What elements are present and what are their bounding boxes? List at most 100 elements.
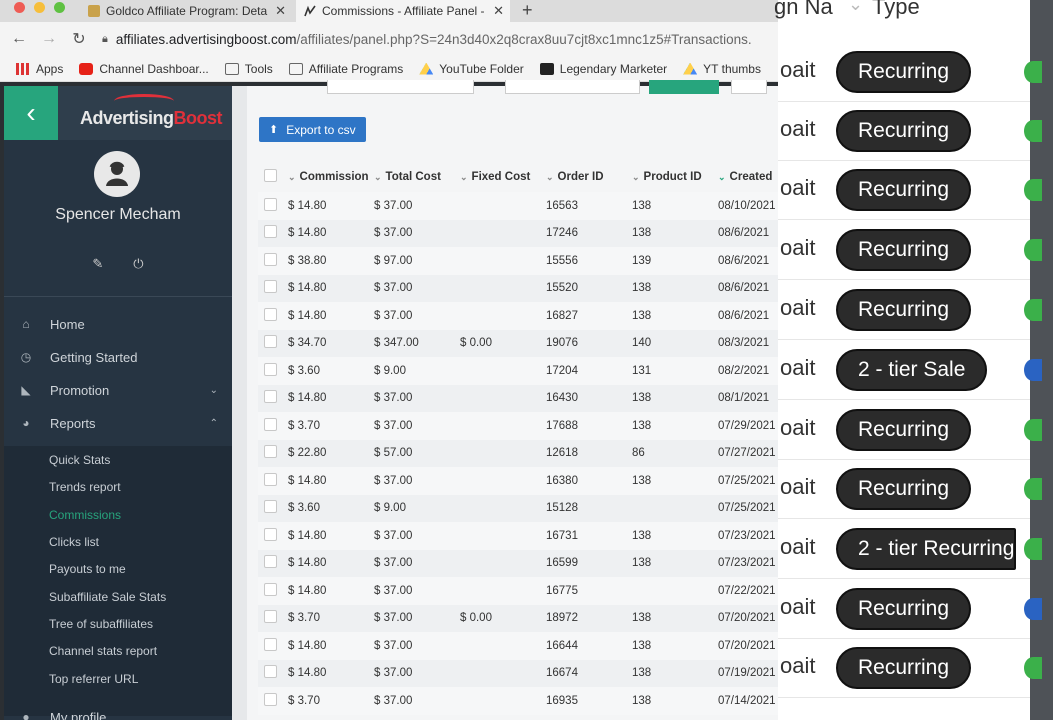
cell-product-id: 138 bbox=[632, 467, 718, 495]
table-row[interactable]: $ 3.70 $ 37.00 17688 138 07/29/2021 bbox=[258, 412, 778, 440]
table-row[interactable]: $ 3.70 $ 37.00 16935 138 07/14/2021 bbox=[258, 687, 778, 715]
filter-input[interactable] bbox=[505, 80, 640, 94]
column-header-commission[interactable]: ⌄ Commission bbox=[288, 162, 374, 192]
column-header-order-id[interactable]: ⌄ Order ID bbox=[546, 162, 632, 192]
row-checkbox[interactable] bbox=[264, 527, 277, 541]
sidebar-item-home[interactable]: ⌂ Home bbox=[4, 309, 232, 339]
column-header-total-cost[interactable]: ⌄ Total Cost bbox=[374, 162, 460, 192]
edit-pencil-icon[interactable]: ✎ bbox=[92, 256, 103, 272]
submenu-subaffiliate-sale-stats[interactable]: Subaffiliate Sale Stats bbox=[49, 590, 166, 604]
submenu-commissions[interactable]: Commissions bbox=[49, 508, 121, 522]
row-checkbox[interactable] bbox=[264, 252, 277, 266]
row-checkbox[interactable] bbox=[264, 307, 277, 321]
table-row[interactable]: $ 14.80 $ 37.00 16430 138 08/1/2021 bbox=[258, 384, 778, 412]
bookmark-affiliate-programs[interactable]: Affiliate Programs bbox=[288, 62, 403, 76]
row-checkbox[interactable] bbox=[264, 692, 277, 706]
table-row[interactable]: $ 14.80 $ 37.00 16380 138 07/25/2021 bbox=[258, 467, 778, 495]
row-checkbox[interactable] bbox=[264, 665, 277, 679]
filter-options-button[interactable] bbox=[731, 80, 767, 94]
table-row[interactable]: $ 3.60 $ 9.00 17204 131 08/2/2021 bbox=[258, 357, 778, 385]
pie-chart-icon: ◕ bbox=[22, 416, 30, 430]
reload-icon[interactable]: ↻ bbox=[68, 29, 90, 49]
sidebar-item-my-profile[interactable]: ● My profile bbox=[4, 702, 232, 720]
cell-product-id: 138 bbox=[632, 302, 718, 330]
sidebar-item-reports[interactable]: ◕ Reports ⌃ bbox=[4, 408, 232, 438]
avatar[interactable] bbox=[94, 151, 140, 197]
submenu-quick-stats[interactable]: Quick Stats bbox=[49, 453, 110, 467]
table-row[interactable]: $ 14.80 $ 37.00 16775 07/22/2021 bbox=[258, 577, 778, 605]
row-checkbox[interactable] bbox=[264, 637, 277, 651]
row-checkbox[interactable] bbox=[264, 445, 277, 459]
cell-order-id: 12618 bbox=[546, 439, 632, 467]
submenu-channel-stats[interactable]: Channel stats report bbox=[49, 644, 157, 658]
power-icon[interactable]: ⏻ bbox=[133, 256, 143, 272]
row-checkbox[interactable] bbox=[264, 417, 277, 431]
collapse-sidebar-button[interactable]: ‹ bbox=[4, 86, 58, 140]
cell-total-cost: $ 37.00 bbox=[374, 192, 460, 220]
submenu-tree-of-subaffiliates[interactable]: Tree of subaffiliates bbox=[49, 617, 153, 631]
row-checkbox[interactable] bbox=[264, 390, 277, 404]
bookmark-channel-dashboard[interactable]: Channel Dashboar... bbox=[79, 62, 209, 76]
row-checkbox[interactable] bbox=[264, 197, 277, 211]
select-all-checkbox[interactable] bbox=[264, 169, 277, 182]
table-row[interactable]: $ 14.80 $ 37.00 16731 138 07/23/2021 bbox=[258, 522, 778, 550]
tab-goldco[interactable]: Goldco Affiliate Program: Deta ✕ bbox=[84, 0, 292, 22]
table-row[interactable]: $ 3.60 $ 9.00 15128 07/25/2021 bbox=[258, 494, 778, 522]
maximize-window-button[interactable] bbox=[54, 2, 65, 13]
overlay-row: oait Recurring bbox=[778, 579, 1030, 639]
table-row[interactable]: $ 14.80 $ 37.00 16599 138 07/23/2021 bbox=[258, 549, 778, 577]
export-csv-button[interactable]: ⬆ Export to csv bbox=[259, 117, 366, 142]
bookmark-legendary-marketer[interactable]: Legendary Marketer bbox=[539, 62, 667, 76]
submenu-payouts[interactable]: Payouts to me bbox=[49, 562, 126, 576]
table-row[interactable]: $ 38.80 $ 97.00 15556 139 08/6/2021 bbox=[258, 247, 778, 275]
row-checkbox[interactable] bbox=[264, 555, 277, 569]
row-fragment: oait bbox=[780, 57, 816, 82]
table-row[interactable]: $ 14.80 $ 37.00 16827 138 08/6/2021 bbox=[258, 302, 778, 330]
sidebar-item-getting-started[interactable]: ◷ Getting Started bbox=[4, 342, 232, 372]
url-field[interactable]: affiliates.advertisingboost.com/affiliat… bbox=[116, 32, 752, 47]
table-row[interactable]: $ 3.70 $ 37.00 $ 0.00 18972 138 07/20/2021 bbox=[258, 604, 778, 632]
close-tab-icon[interactable]: ✕ bbox=[275, 3, 292, 19]
column-header-product-id[interactable]: ⌄ Product ID bbox=[632, 162, 718, 192]
row-checkbox[interactable] bbox=[264, 280, 277, 294]
sidebar-item-promotion[interactable]: ◣ Promotion ⌄ bbox=[4, 375, 232, 405]
close-window-button[interactable] bbox=[14, 2, 25, 13]
column-header-fixed-cost[interactable]: ⌄ Fixed Cost bbox=[460, 162, 546, 192]
new-tab-button[interactable]: + bbox=[522, 0, 533, 21]
table-row[interactable]: $ 14.80 $ 37.00 17246 138 08/6/2021 bbox=[258, 219, 778, 247]
forward-arrow-icon[interactable]: → bbox=[38, 30, 60, 48]
table-row[interactable]: $ 14.80 $ 37.00 16563 138 08/10/2021 bbox=[258, 192, 778, 220]
cell-fixed-cost bbox=[460, 247, 546, 275]
filter-input[interactable] bbox=[327, 80, 474, 94]
submenu-top-referrer[interactable]: Top referrer URL bbox=[49, 672, 138, 686]
close-tab-icon[interactable]: ✕ bbox=[493, 3, 510, 19]
table-row[interactable]: $ 14.80 $ 37.00 15520 138 08/6/2021 bbox=[258, 274, 778, 302]
cell-created: 08/6/2021 bbox=[718, 219, 778, 247]
row-checkbox[interactable] bbox=[264, 582, 277, 596]
bookmark-youtube-folder[interactable]: YouTube Folder bbox=[419, 62, 524, 76]
row-checkbox[interactable] bbox=[264, 500, 277, 514]
row-checkbox[interactable] bbox=[264, 225, 277, 239]
row-checkbox[interactable] bbox=[264, 335, 277, 349]
row-checkbox[interactable] bbox=[264, 472, 277, 486]
column-header-created[interactable]: ⌄ Created bbox=[718, 162, 778, 192]
row-checkbox[interactable] bbox=[264, 610, 277, 624]
filter-apply-button[interactable] bbox=[649, 80, 719, 94]
submenu-trends-report[interactable]: Trends report bbox=[49, 480, 121, 494]
bookmark-tools[interactable]: Tools bbox=[224, 62, 273, 76]
cell-fixed-cost bbox=[460, 549, 546, 577]
table-row[interactable]: $ 14.80 $ 37.00 16674 138 07/19/2021 bbox=[258, 659, 778, 687]
bookmark-yt-thumbs[interactable]: YT thumbs bbox=[683, 62, 761, 76]
row-checkbox[interactable] bbox=[264, 362, 277, 376]
minimize-window-button[interactable] bbox=[34, 2, 45, 13]
browser-tab-bar: Goldco Affiliate Program: Deta ✕ Commiss… bbox=[0, 0, 778, 22]
table-row[interactable]: $ 34.70 $ 347.00 $ 0.00 19076 140 08/3/2021 bbox=[258, 329, 778, 357]
back-arrow-icon[interactable]: ← bbox=[8, 30, 30, 48]
advertisingboost-logo[interactable]: AdvertisingBoost bbox=[80, 108, 223, 129]
row-select-cell bbox=[258, 632, 288, 660]
tab-commissions[interactable]: Commissions - Affiliate Panel - ✕ bbox=[296, 0, 510, 22]
submenu-clicks-list[interactable]: Clicks list bbox=[49, 535, 99, 549]
table-row[interactable]: $ 22.80 $ 57.00 12618 86 07/27/2021 bbox=[258, 439, 778, 467]
bookmark-apps[interactable]: Apps bbox=[16, 62, 63, 76]
table-row[interactable]: $ 14.80 $ 37.00 16644 138 07/20/2021 bbox=[258, 632, 778, 660]
